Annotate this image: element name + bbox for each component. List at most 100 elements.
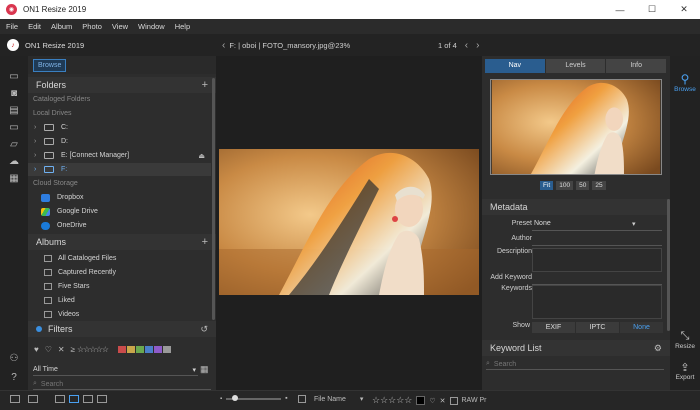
zoom-100-button[interactable]: 100 [556, 181, 574, 190]
filmstrip-view-icon[interactable] [83, 395, 93, 403]
keyword-search-input[interactable]: Search [494, 361, 516, 368]
heart-outline-icon[interactable]: ♡ [429, 397, 435, 405]
color-swatch[interactable] [126, 345, 135, 353]
minimize-button[interactable]: — [604, 0, 636, 19]
folders-header[interactable]: Folders + [28, 77, 216, 93]
monitor-icon[interactable]: ▭ [7, 70, 21, 82]
toggle-filmstrip-icon[interactable] [28, 395, 38, 403]
tray-icon[interactable]: ▤ [7, 104, 21, 116]
star-rating[interactable]: ☆☆☆☆☆ [372, 395, 412, 406]
chevron-right-icon[interactable]: › [34, 138, 44, 145]
sort-by-select[interactable]: File Name [314, 396, 346, 403]
color-swatch[interactable] [144, 345, 153, 353]
compare-view-icon[interactable] [97, 395, 107, 403]
export-module-button[interactable]: ⇪ Export [670, 361, 700, 381]
close-button[interactable]: ✕ [668, 0, 700, 19]
tab-browse[interactable]: Browse [33, 59, 67, 72]
add-album-icon[interactable]: + [202, 236, 208, 248]
albums-header[interactable]: Albums + [28, 234, 216, 250]
menu-view[interactable]: View [112, 22, 128, 31]
preset-select[interactable]: None [532, 220, 662, 231]
chevron-right-icon[interactable]: › [34, 152, 44, 159]
chevron-right-icon[interactable]: › [34, 166, 44, 173]
zoom-fit-button[interactable]: Fit [540, 181, 554, 190]
reject-icon[interactable]: ✕ [440, 397, 446, 405]
tab-levels[interactable]: Levels [545, 59, 607, 73]
chevron-right-icon[interactable]: › [34, 124, 44, 131]
drive-item-f[interactable]: › F: [28, 163, 211, 176]
filters-header[interactable]: Filters ↺ [28, 321, 216, 337]
next-image-icon[interactable]: › [476, 40, 479, 51]
star-rating-filter[interactable]: ☆☆☆☆☆ [77, 345, 109, 354]
albums-icon[interactable]: ▦ [7, 172, 21, 184]
folder-icon[interactable]: ▱ [7, 138, 21, 150]
detail-view-icon[interactable] [69, 395, 79, 403]
show-iptc-button[interactable]: IPTC [576, 322, 620, 333]
user-group-icon[interactable]: ⚇ [7, 352, 21, 364]
keyword-search[interactable]: ⌕ Search [486, 359, 664, 370]
add-folder-icon[interactable]: + [202, 79, 208, 91]
description-field[interactable] [532, 248, 662, 272]
cloud-icon[interactable]: ☁ [7, 155, 21, 167]
filter-search-input[interactable]: Search [41, 381, 63, 388]
menu-help[interactable]: Help [175, 22, 190, 31]
sort-checkbox[interactable] [298, 395, 306, 403]
raw-toggle-icon[interactable] [449, 396, 458, 405]
color-swatch[interactable] [153, 345, 162, 353]
slider-handle[interactable] [232, 394, 239, 401]
toggle-left-panel-icon[interactable] [10, 395, 20, 403]
menu-edit[interactable]: Edit [28, 22, 41, 31]
drive-item-e[interactable]: › E: [Connect Manager] ⏏ [28, 149, 211, 162]
add-keyword-field[interactable] [532, 274, 662, 285]
main-photo[interactable] [219, 149, 479, 295]
help-icon[interactable]: ? [7, 371, 21, 383]
show-none-button[interactable]: None [620, 322, 664, 333]
color-swatch[interactable] [162, 345, 171, 353]
menu-window[interactable]: Window [138, 22, 165, 31]
cloud-item-onedrive[interactable]: OneDrive [41, 219, 211, 232]
eject-icon[interactable]: ⏏ [198, 152, 205, 160]
album-item[interactable]: Five Stars [44, 280, 209, 293]
navigator-thumbnail[interactable] [490, 79, 662, 175]
album-item[interactable]: Liked [44, 294, 209, 307]
keyword-list-header[interactable]: Keyword List ⚙ [482, 340, 670, 356]
show-exif-button[interactable]: EXIF [532, 322, 576, 333]
drive-item-c[interactable]: › C: [28, 121, 211, 134]
metadata-header[interactable]: Metadata [482, 199, 670, 215]
tab-nav[interactable]: Nav [485, 59, 546, 73]
cloud-item-google-drive[interactable]: Google Drive [41, 205, 211, 218]
calendar-icon[interactable]: ▦ [200, 364, 209, 375]
zoom-25-button[interactable]: 25 [592, 181, 606, 190]
zoom-50-button[interactable]: 50 [576, 181, 590, 190]
back-arrow-icon[interactable]: ‹ [222, 40, 225, 51]
color-swatch[interactable] [117, 345, 126, 353]
reject-filter-icon[interactable]: ✕ [58, 345, 65, 354]
keywords-field[interactable] [532, 285, 662, 319]
resize-module-button[interactable]: ⤡ Resize [670, 330, 700, 350]
filter-search[interactable]: ⌕ Search [33, 379, 211, 390]
prev-image-icon[interactable]: ‹ [465, 40, 468, 51]
menu-photo[interactable]: Photo [82, 22, 102, 31]
color-swatch[interactable] [135, 345, 144, 353]
rating-operator[interactable]: ≥ [71, 345, 75, 354]
browse-module-button[interactable]: ⚲ Browse [670, 72, 700, 93]
camera-icon[interactable]: ◙ [7, 87, 21, 99]
maximize-button[interactable]: ☐ [636, 0, 668, 19]
sort-control[interactable]: File Name ▾ [298, 395, 363, 403]
heart-outline-filter-icon[interactable]: ♡ [45, 345, 52, 354]
grid-view-icon[interactable] [55, 395, 65, 403]
menu-file[interactable]: File [6, 22, 18, 31]
drive-icon[interactable]: ▭ [7, 121, 21, 133]
album-item[interactable]: Videos [44, 308, 209, 321]
gear-icon[interactable]: ⚙ [654, 343, 662, 354]
breadcrumb-path[interactable]: F: | oboi | FOTO_mansory.jpg@23% [229, 41, 350, 50]
cloud-item-dropbox[interactable]: Dropbox [41, 191, 211, 204]
thumbnail-size-slider[interactable]: ▪ ▪ [220, 394, 288, 402]
album-item[interactable]: All Cataloged Files [44, 252, 209, 265]
heart-filter-icon[interactable]: ♥ [34, 345, 39, 354]
album-item[interactable]: Captured Recently [44, 266, 209, 279]
menu-album[interactable]: Album [51, 22, 72, 31]
color-box-icon[interactable] [416, 396, 426, 405]
reset-filters-icon[interactable]: ↺ [200, 324, 208, 335]
drive-item-d[interactable]: › D: [28, 135, 211, 148]
